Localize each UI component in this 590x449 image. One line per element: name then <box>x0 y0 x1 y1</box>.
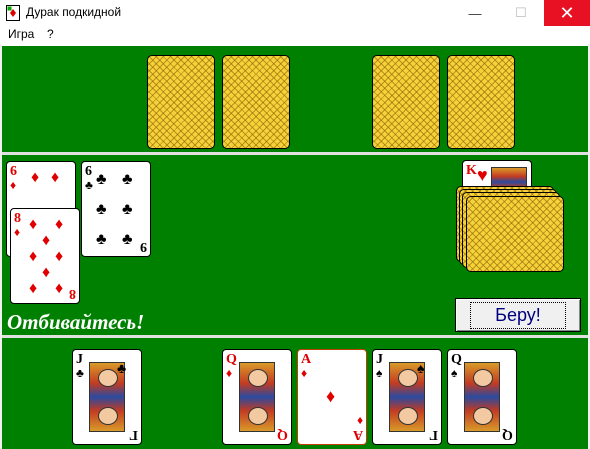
diamond-icon: ♦ <box>14 225 21 239</box>
status-message: Отбивайтесь! <box>7 310 145 334</box>
court-face <box>473 407 493 425</box>
menu-bar: Игра ? <box>0 26 590 44</box>
court-face <box>98 369 118 387</box>
club-icon: ♣ <box>96 171 107 188</box>
player-card[interactable]: Q ♦ Q <box>222 349 292 445</box>
opponent-card <box>372 55 440 149</box>
take-button[interactable]: Беру! <box>455 298 581 332</box>
court-face <box>398 369 418 387</box>
table-top-border <box>0 44 590 46</box>
card-rank: A <box>352 427 363 442</box>
card-rank: Г <box>429 427 438 442</box>
opponent-card <box>147 55 215 149</box>
diamond-icon: ♦ <box>55 216 64 233</box>
court-face <box>248 407 268 425</box>
card-rank: 9 <box>140 239 147 254</box>
diamond-icon: ♦ <box>29 216 38 233</box>
card-rank: Г <box>129 427 138 442</box>
card-rank: Q <box>226 352 237 367</box>
diamond-icon: ♦ <box>42 264 51 281</box>
opponent-card <box>222 55 290 149</box>
card-rank: A <box>301 352 312 367</box>
diamond-icon: ♦ <box>326 386 336 406</box>
card-rank: 6 <box>85 164 92 179</box>
court-face <box>98 407 118 425</box>
trump-rank: K <box>466 163 477 178</box>
app-card-icon <box>6 5 20 21</box>
spade-icon: ♠ <box>376 366 383 380</box>
opponent-area-divider <box>0 152 590 155</box>
club-icon: ♣ <box>85 178 93 192</box>
diamond-icon: ♦ <box>42 232 51 249</box>
card-rank: 6 <box>10 164 17 179</box>
card-rank: J <box>76 352 83 367</box>
menu-help[interactable]: ? <box>47 27 54 41</box>
title-bar: Дурак подкидной — ☐ ✕ <box>0 0 590 26</box>
diamond-icon: ♦ <box>226 366 233 380</box>
maximize-button[interactable]: ☐ <box>498 0 544 26</box>
diamond-icon: ♦ <box>55 248 64 265</box>
table-left-edge <box>0 44 2 449</box>
take-button-label: Беру! <box>470 301 566 329</box>
diamond-icon: ♦ <box>356 414 363 428</box>
spade-icon: ♠ <box>451 366 458 380</box>
player-card[interactable]: J ♠ ♠ Г <box>372 349 442 445</box>
court-face <box>473 369 493 387</box>
club-icon: ♣ <box>96 201 107 218</box>
card-rank: J <box>376 352 383 367</box>
queen-portrait <box>464 362 500 432</box>
card-rank: Q <box>277 427 288 442</box>
diamond-icon: ♦ <box>55 280 64 297</box>
deck-top-card[interactable] <box>466 196 564 272</box>
court-face <box>398 407 418 425</box>
diamond-icon: ♦ <box>301 366 308 380</box>
card-rank: Q <box>502 427 513 442</box>
court-face <box>248 369 268 387</box>
club-icon: ♣ <box>76 366 84 380</box>
club-icon: ♣ <box>96 231 107 248</box>
club-icon: ♣ <box>122 231 133 248</box>
club-icon: ♣ <box>117 360 127 376</box>
player-area-divider <box>0 335 590 338</box>
card-rank: 8 <box>69 286 76 301</box>
diamond-icon: ♦ <box>29 280 38 297</box>
table-card-defense: 6 ♣ ♣ ♣ ♣ ♣ ♣ ♣ 9 <box>81 161 151 257</box>
queen-portrait <box>239 362 275 432</box>
diamond-icon: ♦ <box>10 178 17 192</box>
heart-icon: ♥ <box>477 165 488 185</box>
card-rank: 8 <box>14 211 21 226</box>
window-title: Дурак подкидной <box>26 5 122 19</box>
club-icon: ♣ <box>122 171 133 188</box>
minimize-button[interactable]: — <box>452 0 498 26</box>
diamond-icon: ♦ <box>29 248 38 265</box>
menu-game[interactable]: Игра <box>8 27 34 41</box>
player-card-selected[interactable]: A ♦ ♦ ♦ A <box>297 349 367 445</box>
close-button[interactable]: ✕ <box>544 0 590 26</box>
table-card-attack: 8 ♦ ♦ ♦ ♦ ♦ ♦ ♦ ♦ ♦ 8 <box>10 208 80 304</box>
spade-icon: ♠ <box>417 360 425 376</box>
card-rank: Q <box>451 352 462 367</box>
opponent-card <box>447 55 515 149</box>
diamond-icon: ♦ <box>51 169 60 186</box>
diamond-icon: ♦ <box>31 169 40 186</box>
player-card[interactable]: J ♣ ♣ Г <box>72 349 142 445</box>
club-icon: ♣ <box>122 201 133 218</box>
player-card[interactable]: Q ♠ Q <box>447 349 517 445</box>
